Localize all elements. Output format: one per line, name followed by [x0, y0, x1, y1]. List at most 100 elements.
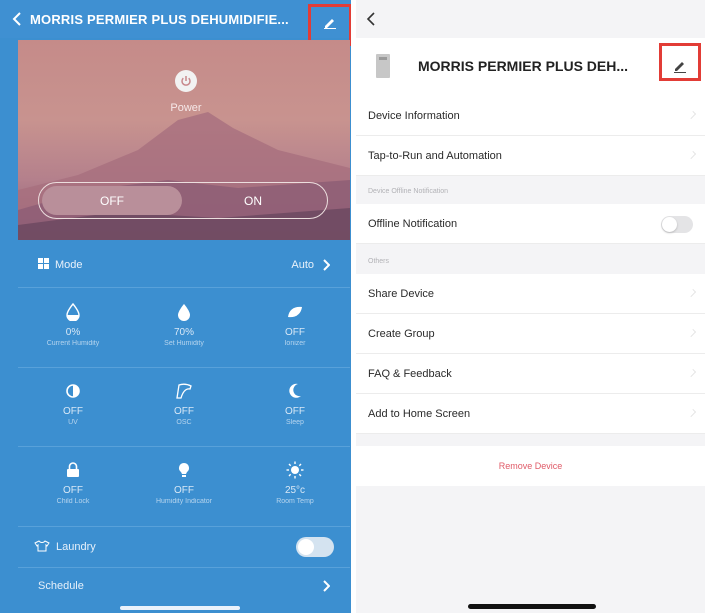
back-arrow-icon[interactable] — [10, 12, 24, 26]
edit-pencil-icon[interactable] — [322, 14, 338, 30]
offline-notification-toggle[interactable] — [661, 216, 693, 233]
shield-half-icon — [66, 380, 80, 402]
section-header-offline: Device Offline Notification — [356, 180, 705, 202]
home-indicator — [468, 604, 596, 609]
tile-name: Room Temp — [276, 498, 314, 505]
tile-value: 0% — [65, 327, 81, 338]
tile-value: OFF — [174, 485, 194, 496]
chevron-right-icon — [323, 579, 330, 592]
tile-name: Ionizer — [284, 340, 306, 347]
settings-item-label: Offline Notification — [368, 217, 458, 230]
settings-item-label: Device Information — [368, 109, 460, 122]
power-label: Power — [170, 102, 202, 114]
tile-name: Humidity Indicator — [155, 498, 213, 505]
tile-name: OSC — [176, 419, 192, 426]
chevron-right-icon — [688, 329, 696, 337]
sun-icon — [286, 459, 304, 481]
mode-value: Auto — [291, 258, 314, 271]
tile-name: Current Humidity — [46, 340, 100, 347]
feature-tile[interactable]: OFF Ionizer — [240, 289, 350, 367]
feature-tile[interactable]: OFF Child Lock — [18, 447, 128, 525]
laundry-label: Laundry — [56, 541, 96, 553]
mode-row[interactable]: Mode Auto — [18, 242, 350, 288]
power-switch[interactable]: OFF ON — [38, 182, 328, 219]
settings-item-label: Share Device — [368, 287, 435, 300]
feature-tile[interactable]: OFF Humidity Indicator — [129, 447, 239, 525]
mode-label: Mode — [55, 258, 83, 271]
power-icon — [181, 76, 191, 86]
settings-list-top: Device Information Tap-to-Run and Automa… — [356, 96, 705, 176]
settings-item-share-device[interactable]: Share Device — [356, 274, 705, 314]
device-title: MORRIS PERMIER PLUS DEHUMIDIFIE... — [30, 11, 289, 27]
device-title: MORRIS PERMIER PLUS DEH... — [418, 58, 629, 74]
settings-item-create-group[interactable]: Create Group — [356, 314, 705, 354]
screenshot-root: MORRIS PERMIER PLUS DEHUMIDIFIE... Power… — [0, 0, 705, 613]
grid-icon — [38, 257, 49, 272]
moon-icon — [288, 380, 302, 402]
settings-item-label: Tap-to-Run and Automation — [368, 149, 502, 162]
power-hero-card: Power OFF ON — [18, 40, 350, 240]
feature-tile[interactable]: 70% Set Humidity — [129, 289, 239, 367]
feature-tile[interactable]: 25°c Room Temp — [240, 447, 350, 525]
tile-value: OFF — [63, 485, 83, 496]
tile-value: 70% — [173, 327, 194, 338]
leaf-icon — [287, 301, 303, 323]
feature-tile[interactable]: OFF OSC — [129, 368, 239, 446]
droplet-icon — [177, 301, 191, 323]
settings-list-offline: Offline Notification — [356, 204, 705, 244]
device-control-panel: MORRIS PERMIER PLUS DEHUMIDIFIE... Power… — [0, 0, 351, 613]
device-header-row: MORRIS PERMIER PLUS DEH... — [356, 38, 705, 96]
tile-value: OFF — [63, 406, 83, 417]
power-button[interactable] — [175, 70, 197, 92]
section-header-others: Others — [356, 250, 705, 272]
bulb-icon — [178, 459, 190, 481]
tile-value: OFF — [285, 406, 305, 417]
chevron-right-icon — [323, 258, 330, 271]
chevron-right-icon — [688, 289, 696, 297]
settings-item-offline-notification: Offline Notification — [356, 204, 705, 244]
schedule-row[interactable]: Schedule — [18, 567, 350, 603]
edit-pencil-icon[interactable] — [672, 58, 688, 74]
remove-device-button[interactable]: Remove Device — [356, 446, 705, 486]
tile-value: 25°c — [284, 485, 306, 496]
feature-tile[interactable]: OFF Sleep — [240, 368, 350, 446]
droplet-half-icon — [66, 301, 80, 323]
tile-divider — [18, 446, 350, 447]
shirt-icon — [34, 539, 50, 555]
tile-name: Set Humidity — [164, 340, 204, 347]
swing-icon — [175, 380, 193, 402]
tile-value: OFF — [174, 406, 194, 417]
feature-tile[interactable]: OFF UV — [18, 368, 128, 446]
toggle-knob — [298, 539, 314, 555]
settings-list-others: Share Device Create Group FAQ & Feedback… — [356, 274, 705, 434]
tile-name: Child Lock — [56, 498, 90, 505]
home-indicator — [120, 606, 240, 610]
tile-value: OFF — [285, 327, 305, 338]
settings-item-faq-feedback[interactable]: FAQ & Feedback — [356, 354, 705, 394]
tile-name: UV — [68, 419, 78, 426]
settings-item-add-to-home-screen[interactable]: Add to Home Screen — [356, 394, 705, 434]
settings-item-label: FAQ & Feedback — [368, 367, 452, 380]
lock-icon — [66, 459, 80, 481]
chevron-right-icon — [688, 151, 696, 159]
tile-name: Sleep — [286, 419, 304, 426]
device-control-header: MORRIS PERMIER PLUS DEHUMIDIFIE... — [0, 0, 351, 38]
feature-tile[interactable]: 0% Current Humidity — [18, 289, 128, 367]
device-thumbnail — [376, 54, 390, 78]
switch-off-option[interactable]: OFF — [42, 186, 182, 215]
back-arrow-icon[interactable] — [366, 12, 376, 31]
laundry-toggle[interactable] — [296, 537, 334, 557]
switch-on-option[interactable]: ON — [182, 194, 324, 208]
toggle-knob — [662, 217, 677, 232]
settings-item-label: Create Group — [368, 327, 435, 340]
chevron-right-icon — [688, 409, 696, 417]
chevron-right-icon — [688, 369, 696, 377]
chevron-right-icon — [688, 111, 696, 119]
device-settings-panel: MORRIS PERMIER PLUS DEH... Device Inform… — [356, 0, 705, 613]
settings-item-label: Add to Home Screen — [368, 407, 471, 420]
settings-item-tap-to-run[interactable]: Tap-to-Run and Automation — [356, 136, 705, 176]
tile-divider — [18, 367, 350, 368]
laundry-row: Laundry — [18, 527, 350, 567]
schedule-label: Schedule — [38, 579, 84, 592]
settings-item-device-information[interactable]: Device Information — [356, 96, 705, 136]
